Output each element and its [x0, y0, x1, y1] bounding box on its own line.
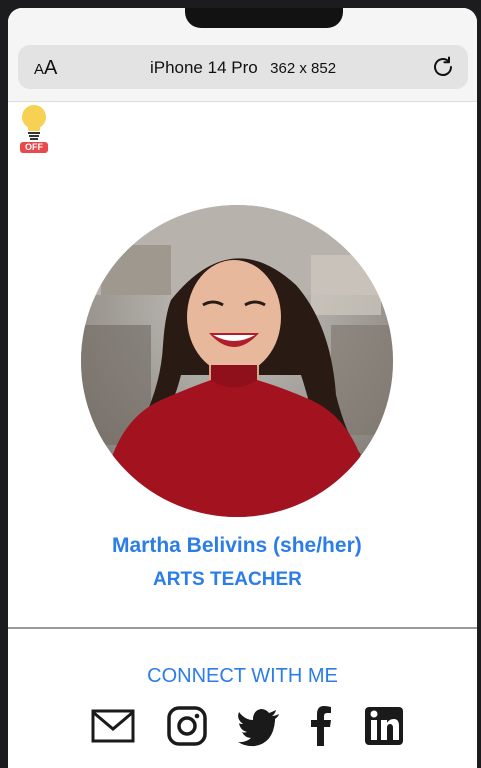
- phone-notch: [185, 8, 343, 28]
- profile-photo: [81, 205, 393, 517]
- twitter-icon[interactable]: [237, 705, 281, 747]
- device-size: 362 x 852: [270, 60, 337, 77]
- profile-name: Martha Belivins (she/her): [112, 534, 362, 557]
- profile-title: ARTS TEACHER: [153, 569, 302, 590]
- connect-heading: CONNECT WITH ME: [147, 665, 338, 687]
- phone-frame: AA iPhone 14 Pro 362 x 852 OFF Martha Be…: [8, 8, 477, 768]
- theme-off-badge: OFF: [20, 142, 48, 153]
- device-name: iPhone 14 Pro: [149, 58, 258, 77]
- address-bar[interactable]: AA iPhone 14 Pro 362 x 852: [18, 45, 468, 89]
- facebook-icon[interactable]: [309, 705, 333, 747]
- instagram-icon[interactable]: [166, 705, 208, 747]
- device-label: iPhone 14 Pro 362 x 852: [18, 58, 468, 78]
- email-icon[interactable]: [91, 705, 135, 747]
- reload-icon[interactable]: [430, 54, 456, 80]
- section-divider: [8, 627, 477, 629]
- linkedin-icon[interactable]: [364, 705, 404, 747]
